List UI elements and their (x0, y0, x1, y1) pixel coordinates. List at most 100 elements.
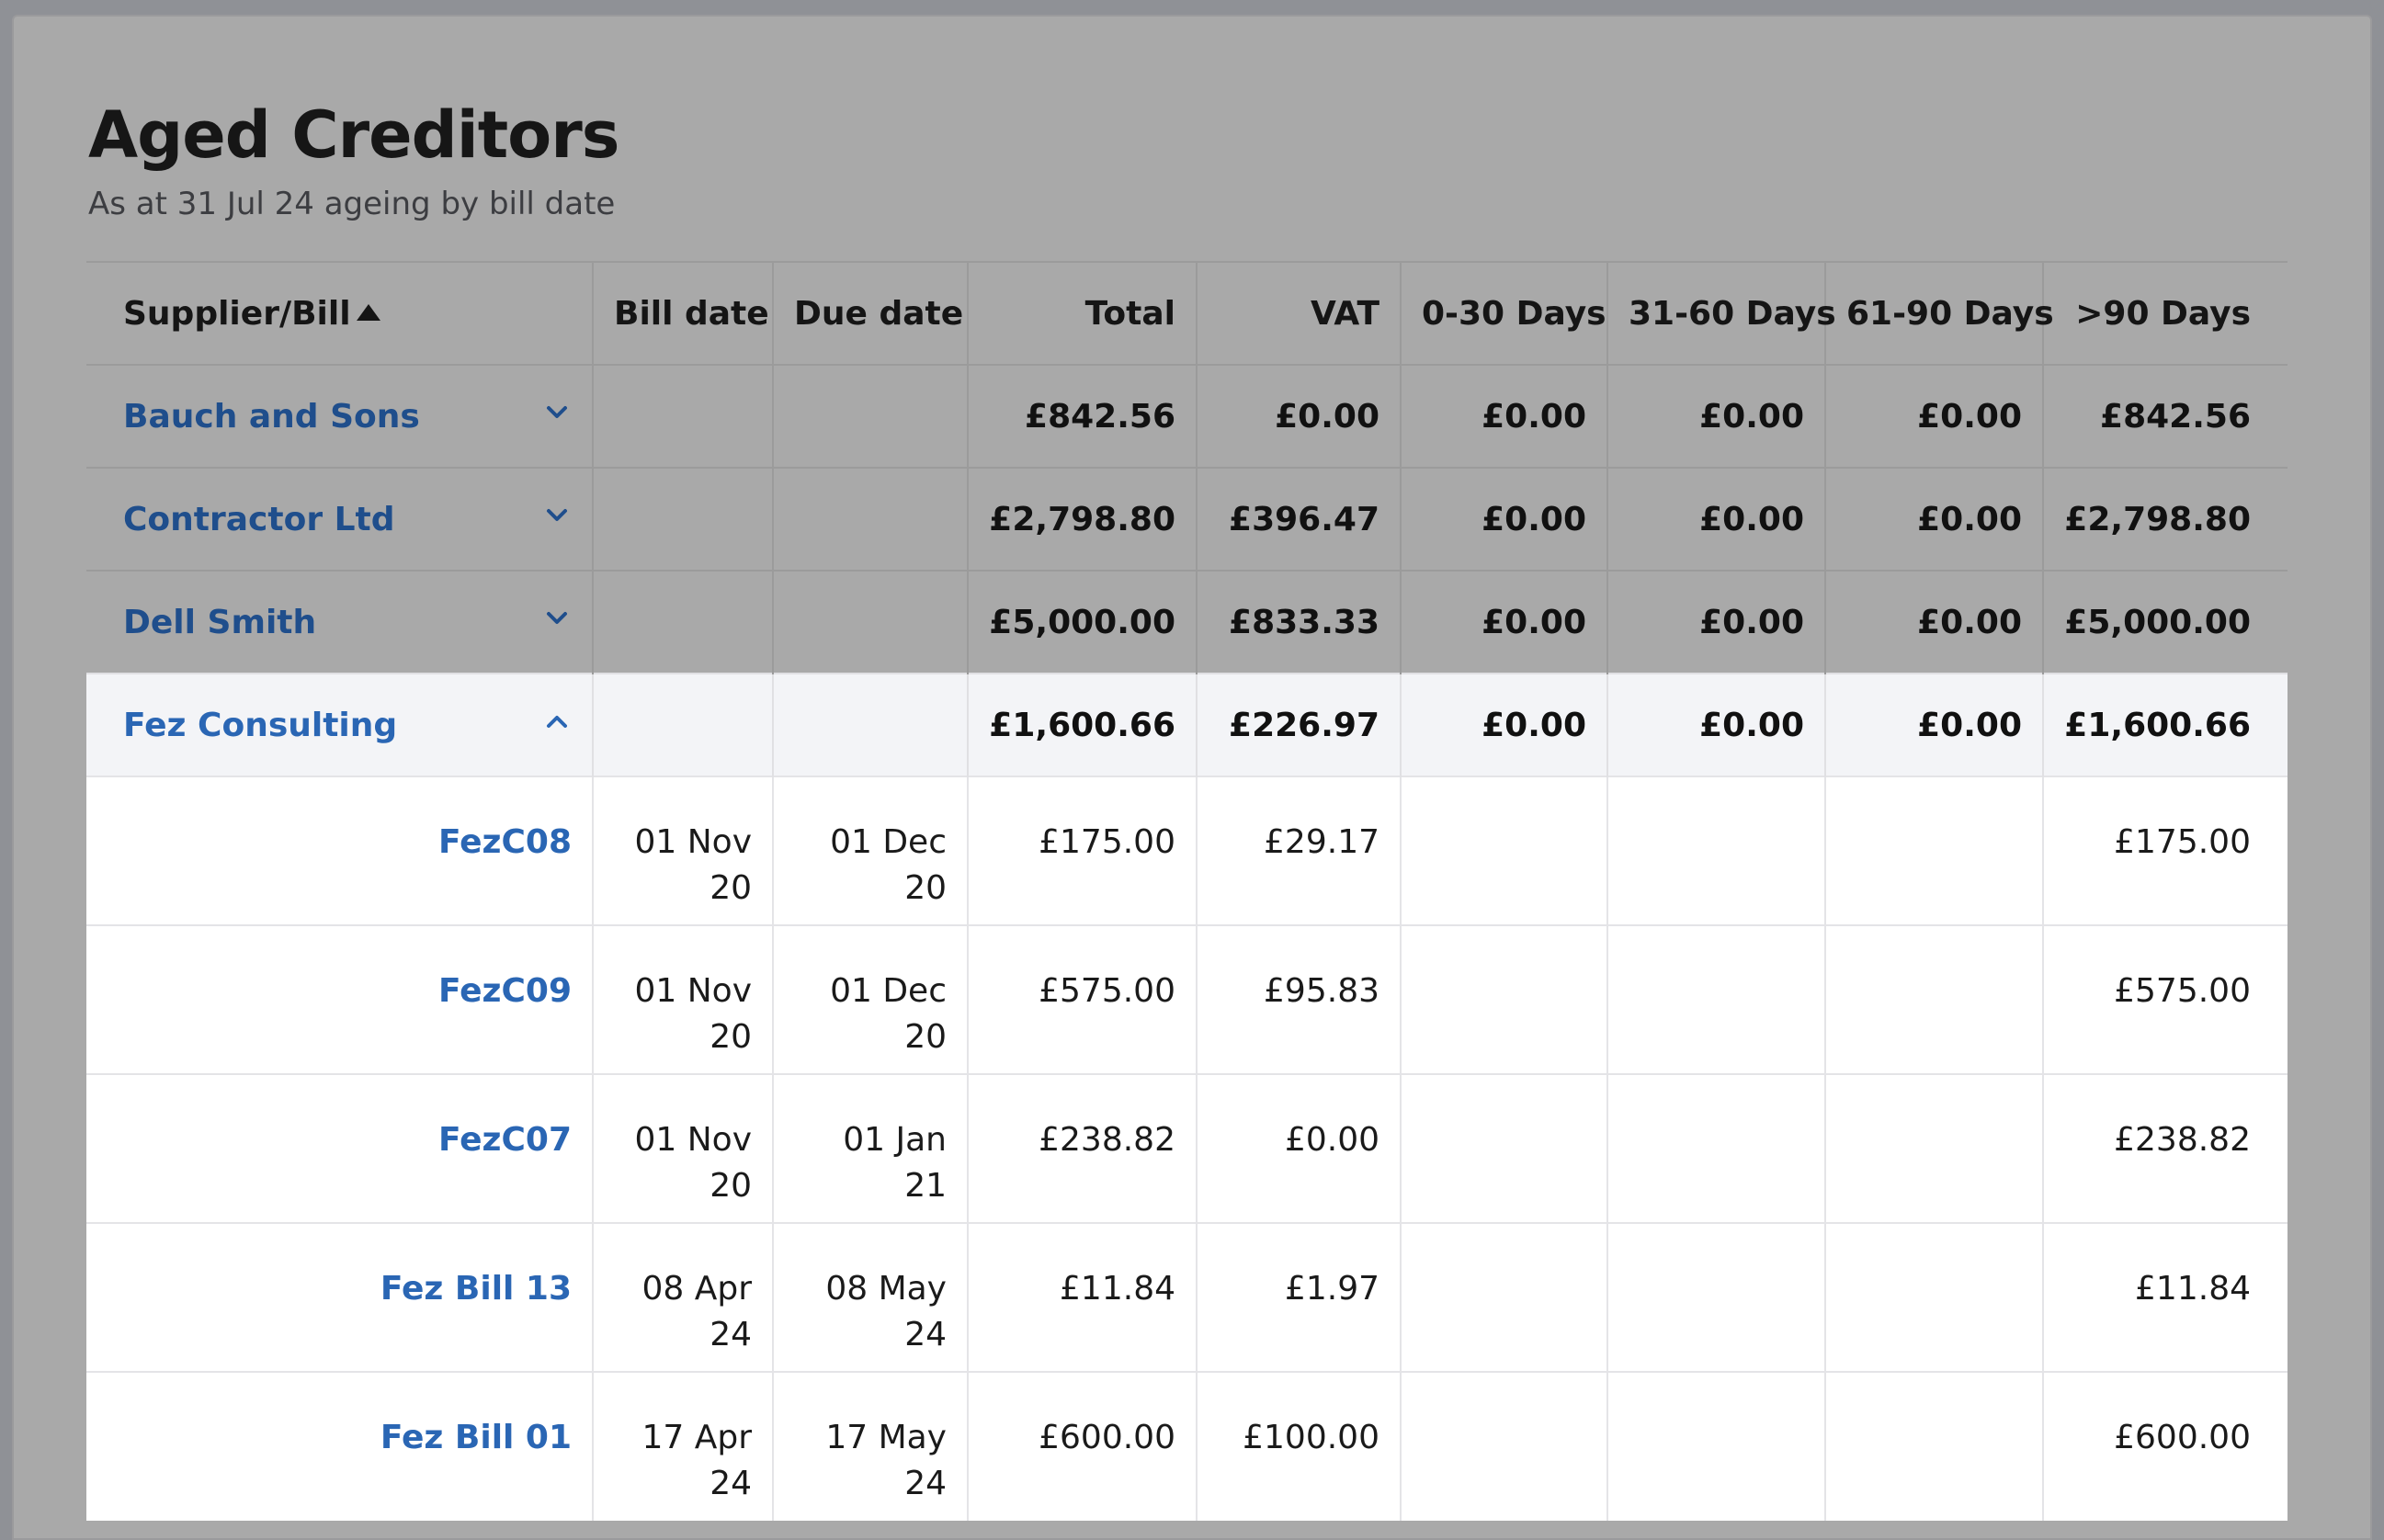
due-date-cell (772, 364, 968, 468)
supplier-total-cell: £2,798.80 (967, 467, 1197, 571)
due-date-line: 24 (904, 1316, 947, 1353)
column-header-61-90-days[interactable]: 61-90 Days (1824, 261, 2054, 365)
bill-0-30-days-cell (1400, 1371, 1607, 1521)
bill-vat-cell: £100.00 (1196, 1371, 1401, 1521)
bill-date-cell: 17 Apr 24 (592, 1371, 773, 1521)
bill-31-60-days-cell (1606, 776, 1825, 925)
bill-date-cell: 01 Nov 20 (592, 776, 773, 925)
supplier-vat-cell: £833.33 (1196, 570, 1401, 674)
table-header: Supplier/Bill Bill date Due date Total V… (86, 261, 2288, 365)
bill-over-90-days-cell: £175.00 (2042, 776, 2288, 925)
chevron-down-icon (547, 508, 567, 521)
bill-date-line: 01 Nov (634, 1121, 752, 1159)
bill-ref-link[interactable]: FezC08 (438, 823, 572, 861)
bill-ref-link[interactable]: Fez Bill 01 (380, 1419, 572, 1456)
due-date-line: 01 Dec (830, 972, 947, 1010)
due-date-cell: 08 May 24 (772, 1222, 968, 1372)
supplier-61-90-days-cell: £0.00 (1824, 467, 2043, 571)
due-date-line: 01 Jan 21 (843, 1121, 947, 1205)
page-title: Aged Creditors (88, 97, 619, 173)
bill-0-30-days-cell (1400, 1073, 1607, 1223)
supplier-cell[interactable]: Dell Smith (86, 570, 593, 674)
supplier-row[interactable]: Fez Consulting £1,600.66 £226.97 £0.00 £0.00… (86, 673, 2288, 776)
supplier-row[interactable]: Contractor Ltd £2,798.80 £396.47 £0.00 £0.00… (86, 467, 2288, 571)
bill-31-60-days-cell (1606, 1073, 1825, 1223)
bill-total-cell: £238.82 (967, 1073, 1197, 1223)
bill-ref-cell[interactable]: FezC09 (86, 924, 593, 1074)
collapse-toggle[interactable] (542, 707, 572, 744)
supplier-row[interactable]: Dell Smith £5,000.00 £833.33 £0.00 £0.00 £0.0… (86, 570, 2288, 674)
supplier-name-link[interactable]: Dell Smith (123, 604, 316, 641)
bill-61-90-days-cell (1824, 924, 2043, 1074)
aged-creditors-table: Supplier/Bill Bill date Due date Total V… (86, 261, 2288, 1521)
column-header-over-90-days[interactable]: >90 Days (2042, 261, 2288, 365)
bill-date-cell: 01 Nov 20 (592, 924, 773, 1074)
bill-31-60-days-cell (1606, 924, 1825, 1074)
bill-0-30-days-cell (1400, 776, 1607, 925)
due-date-line: 01 Dec (830, 823, 947, 861)
bill-row: Fez Bill 01 17 Apr 24 17 May 24 £600.00 £100.0… (86, 1371, 2288, 1521)
bill-date-line: 01 Nov (634, 823, 752, 861)
supplier-name-link[interactable]: Bauch and Sons (123, 398, 420, 436)
column-header-due-date[interactable]: Due date (772, 261, 968, 365)
bill-over-90-days-cell: £600.00 (2042, 1371, 2288, 1521)
supplier-0-30-days-cell: £0.00 (1400, 467, 1607, 571)
due-date-cell: 01 Jan 21 (772, 1073, 968, 1223)
bill-ref-cell[interactable]: FezC07 (86, 1073, 593, 1223)
bill-date-cell (592, 467, 773, 571)
due-date-cell: 01 Dec 20 (772, 924, 968, 1074)
bill-date-line: 08 Apr (641, 1270, 752, 1308)
bill-total-cell: £600.00 (967, 1371, 1197, 1521)
column-header-vat[interactable]: VAT (1196, 261, 1401, 365)
bill-date-cell (592, 673, 773, 776)
bill-vat-cell: £1.97 (1196, 1222, 1401, 1372)
supplier-total-cell: £1,600.66 (967, 673, 1197, 776)
bill-date-line: 24 (710, 1316, 752, 1353)
supplier-31-60-days-cell: £0.00 (1606, 673, 1825, 776)
supplier-31-60-days-cell: £0.00 (1606, 467, 1825, 571)
bill-date-cell (592, 364, 773, 468)
bill-ref-cell[interactable]: Fez Bill 01 (86, 1371, 593, 1521)
bill-ref-cell[interactable]: Fez Bill 13 (86, 1222, 593, 1372)
supplier-cell[interactable]: Fez Consulting (86, 673, 593, 776)
supplier-over-90-days-cell: £5,000.00 (2042, 570, 2288, 674)
due-date-cell (772, 467, 968, 571)
bill-row: FezC07 01 Nov 20 01 Jan 21 £238.82 £0.00 £238.… (86, 1073, 2288, 1223)
column-header-bill-date[interactable]: Bill date (592, 261, 773, 365)
bill-31-60-days-cell (1606, 1222, 1825, 1372)
column-header-0-30-days[interactable]: 0-30 Days (1400, 261, 1607, 365)
chevron-down-icon (547, 611, 567, 624)
bill-ref-link[interactable]: FezC07 (438, 1121, 572, 1159)
supplier-name-link[interactable]: Fez Consulting (123, 707, 397, 744)
supplier-row[interactable]: Bauch and Sons £842.56 £0.00 £0.00 £0.00 £0.0… (86, 364, 2288, 468)
bill-date-line: 20 (710, 1167, 752, 1205)
bill-0-30-days-cell (1400, 1222, 1607, 1372)
supplier-vat-cell: £226.97 (1196, 673, 1401, 776)
expand-toggle[interactable] (542, 398, 572, 436)
bill-ref-link[interactable]: Fez Bill 13 (380, 1270, 572, 1308)
supplier-cell[interactable]: Contractor Ltd (86, 467, 593, 571)
bill-ref-link[interactable]: FezC09 (438, 972, 572, 1010)
bill-row: FezC08 01 Nov 20 01 Dec 20 £175.00 £29.17 £175.… (86, 776, 2288, 925)
due-date-cell (772, 673, 968, 776)
column-header-supplier-bill[interactable]: Supplier/Bill (86, 261, 593, 365)
supplier-61-90-days-cell: £0.00 (1824, 364, 2043, 468)
bill-0-30-days-cell (1400, 924, 1607, 1074)
supplier-name-link[interactable]: Contractor Ltd (123, 501, 395, 538)
bill-31-60-days-cell (1606, 1371, 1825, 1521)
column-header-31-60-days[interactable]: 31-60 Days (1606, 261, 1836, 365)
bill-ref-cell[interactable]: FezC08 (86, 776, 593, 925)
bill-date-line: 01 Nov (634, 972, 752, 1010)
supplier-total-cell: £5,000.00 (967, 570, 1197, 674)
bill-over-90-days-cell: £575.00 (2042, 924, 2288, 1074)
bill-date-cell: 08 Apr 24 (592, 1222, 773, 1372)
expand-toggle[interactable] (542, 604, 572, 641)
supplier-cell[interactable]: Bauch and Sons (86, 364, 593, 468)
supplier-0-30-days-cell: £0.00 (1400, 673, 1607, 776)
chevron-up-icon (547, 715, 567, 728)
column-header-total[interactable]: Total (967, 261, 1197, 365)
supplier-over-90-days-cell: £2,798.80 (2042, 467, 2288, 571)
header-row: Supplier/Bill Bill date Due date Total V… (86, 261, 2288, 365)
due-date-line: 24 (904, 1465, 947, 1502)
expand-toggle[interactable] (542, 501, 572, 538)
